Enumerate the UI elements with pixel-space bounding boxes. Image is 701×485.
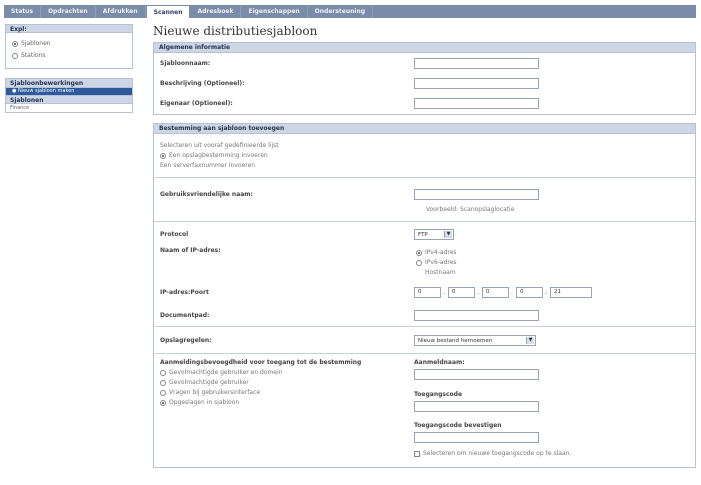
ip-segment-3[interactable]: 0 — [482, 287, 509, 298]
template-tree: Sjabloonbewerkingen ● Nieuw sjabloon mak… — [5, 78, 133, 113]
save-new-password-option[interactable]: Selecteren om nieuwe toegangscode op te … — [414, 450, 571, 457]
tab-jobs[interactable]: Opdrachten — [41, 5, 96, 18]
templates-heading: Sjablonen — [6, 95, 132, 104]
friendly-name-label: Gebruiksvriendelijke naam: — [160, 191, 253, 198]
document-path-input[interactable] — [414, 310, 539, 321]
friendly-name-example: Voorbeeld: Scanopslaglocatie — [426, 206, 515, 213]
radio-storage[interactable] — [160, 152, 166, 159]
destination-heading: Bestemming aan sjabloon toevoegen — [154, 124, 695, 134]
display-options: Sjablonen Stations — [5, 33, 133, 69]
address-option-hostname[interactable]: Hostnaam — [425, 269, 456, 276]
dest-option-storage[interactable]: Een opslagbestemming invoeren — [160, 152, 268, 159]
radio-ipv4[interactable] — [416, 249, 422, 256]
description-input[interactable] — [414, 78, 539, 89]
auth-option-stored[interactable]: Opgeslagen in sjabloon — [160, 399, 239, 406]
tab-status[interactable]: Status — [4, 5, 41, 18]
login-name-input[interactable] — [414, 369, 539, 380]
chevron-down-icon: ▼ — [526, 337, 534, 344]
radio-auth-user[interactable] — [160, 379, 166, 386]
port-input[interactable]: 21 — [550, 287, 592, 298]
radio-auth-stored[interactable] — [160, 399, 166, 406]
confirm-password-label: Toegangscode bevestigen — [414, 422, 502, 429]
radio-auth-user-domain[interactable] — [160, 369, 166, 376]
auth-option-user-domain[interactable]: Gevolmachtigde gebruiker en domein — [160, 369, 283, 376]
ip-segment-4[interactable]: 0 — [516, 287, 543, 298]
ip-segment-2[interactable]: 0 — [448, 287, 475, 298]
top-navigation: Status Opdrachten Afdrukken Scannen Adre… — [4, 5, 696, 18]
address-label: Naam of IP-adres: — [160, 247, 221, 254]
general-info-heading: Algemene informatie — [154, 43, 695, 53]
display-heading: Expl: — [5, 24, 133, 33]
main-content: Nieuwe distributiesjabloon Algemene info… — [153, 24, 696, 468]
display-option-templates[interactable]: Sjablonen — [12, 40, 126, 47]
owner-input[interactable] — [414, 98, 539, 109]
tab-address-book[interactable]: Adresboek — [190, 5, 242, 18]
friendly-name-input[interactable] — [414, 189, 539, 200]
protocol-select[interactable]: FTP ▼ — [414, 229, 454, 240]
login-name-label: Aanmeldnaam: — [414, 359, 465, 366]
template-name-input[interactable] — [414, 58, 539, 69]
tab-support[interactable]: Ondersteuning — [308, 5, 374, 18]
document-path-label: Documentpad: — [160, 312, 210, 319]
ip-port-label: IP-adres:Poort — [160, 289, 209, 296]
radio-templates[interactable] — [12, 40, 18, 47]
destination-section: Bestemming aan sjabloon toevoegen Select… — [153, 123, 696, 468]
sidebar-item-finance[interactable]: Finance — [6, 104, 132, 112]
filing-policy-label: Opslagregelen: — [160, 337, 212, 344]
password-input[interactable] — [414, 401, 539, 412]
password-label: Toegangscode — [414, 391, 463, 398]
auth-option-prompt[interactable]: Vragen bij gebruikersinterface — [160, 389, 260, 396]
tab-properties[interactable]: Eigenschappen — [241, 5, 308, 18]
tab-scan[interactable]: Scannen — [145, 5, 191, 18]
radio-stations[interactable] — [12, 52, 18, 59]
general-info-section: Algemene informatie Sjabloonnaam: Beschr… — [153, 42, 696, 115]
page-title: Nieuwe distributiesjabloon — [153, 24, 318, 38]
tasks-heading: Sjabloonbewerkingen — [6, 79, 132, 88]
display-option-stations[interactable]: Stations — [12, 52, 126, 59]
protocol-label: Protocol — [160, 231, 189, 238]
sidebar-item-new-template[interactable]: ● Nieuw sjabloon maken — [6, 88, 132, 95]
radio-ipv6[interactable] — [416, 259, 422, 266]
dest-option-predefined[interactable]: Selecteren uit vooraf gedefinieerde lijs… — [160, 142, 279, 149]
ip-segment-1[interactable]: 0 — [414, 287, 441, 298]
chevron-down-icon: ▼ — [444, 231, 452, 238]
address-option-ipv4[interactable]: IPv4-adres — [416, 249, 457, 256]
save-new-password-checkbox[interactable] — [414, 450, 420, 457]
address-option-ipv6[interactable]: IPv6-adres — [416, 259, 457, 266]
filing-policy-select[interactable]: Nieuw bestand hernoemen ▼ — [414, 335, 536, 346]
radio-auth-prompt[interactable] — [160, 389, 166, 396]
owner-label: Eigenaar (Optioneel): — [160, 100, 233, 107]
sidebar: Expl: Sjablonen Stations Sjabloonbewerki… — [5, 24, 133, 113]
template-name-label: Sjabloonnaam: — [160, 60, 211, 67]
description-label: Beschrijving (Optioneel): — [160, 80, 245, 87]
auth-option-user[interactable]: Gevolmachtigde gebruiker — [160, 379, 249, 386]
auth-label: Aanmeldingsbevoegdheid voor toegang tot … — [160, 359, 362, 366]
tab-print[interactable]: Afdrukken — [96, 5, 146, 18]
confirm-password-input[interactable] — [414, 432, 539, 443]
dest-option-server-fax[interactable]: Een serverfaxnummer invoeren — [160, 162, 255, 169]
